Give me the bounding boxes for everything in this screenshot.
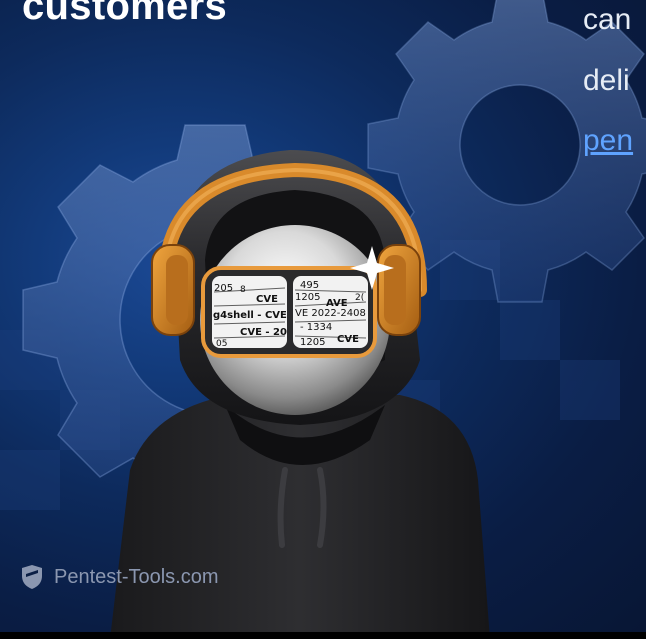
body-text-line-2: deli [583,64,630,97]
visor-left-text-4: g4shell - CVE [213,310,287,321]
headphones-left-cup [151,244,195,336]
visor-left-text-5: CVE - 20 [240,327,287,338]
cve-visor: 205 8 CVE g4shell - CVE CVE - 20 05 495 … [201,266,377,358]
visor-right-text-7: 1205 [300,337,325,348]
visor-right-text-2: 1205 [295,292,320,303]
pentest-link[interactable]: pen [583,121,633,161]
headphones-right-cup [377,244,421,336]
visor-left-text-3: CVE [256,294,278,305]
visor-left-text-6: 05 [216,339,227,349]
visor-right-text-6: - 1334 [300,322,332,333]
visor-right-text-4: 2( [355,293,364,303]
hacker-illustration: 205 8 CVE g4shell - CVE CVE - 20 05 495 … [0,0,646,639]
shield-icon [20,564,44,590]
section-heading: customers [22,0,228,28]
visor-right-text-1: 495 [300,280,319,291]
visor-left-text-1: 205 [214,283,233,294]
hacker-body [110,395,490,639]
brand-watermark: Pentest-Tools.com [20,564,219,590]
bottom-bar [0,632,646,639]
visor-left-text-2: 8 [240,285,246,295]
body-text-line-1: can [583,3,632,36]
brand-name: Pentest-Tools.com [54,565,219,588]
hero-illustration: 205 8 CVE g4shell - CVE CVE - 20 05 495 … [0,0,646,639]
visor-right-text-5: VE 2022-2408 [295,308,366,319]
visor-right-text-8: CVE [337,334,359,345]
